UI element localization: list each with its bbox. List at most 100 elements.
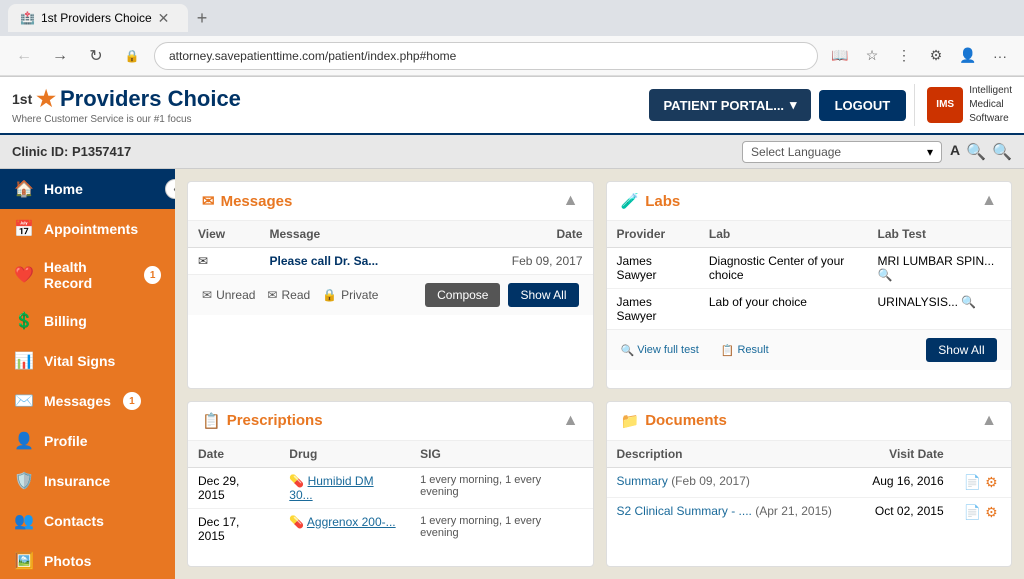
documents-table: Description Visit Date Summary (Feb 09, …	[607, 441, 1012, 527]
tab-title: 1st Providers Choice	[41, 11, 152, 25]
browser-nav-bar: ← → ↻ 🔒 attorney.savepatienttime.com/pat…	[0, 36, 1024, 76]
language-selector[interactable]: Select Language ▾	[742, 141, 942, 163]
rx-drug-icon-2: 💊	[289, 515, 304, 529]
sidebar-item-health-record[interactable]: ❤️ Health Record 1	[0, 249, 175, 301]
ims-text: Intelligent Medical Software	[969, 84, 1012, 126]
messages-th-date: Date	[455, 221, 593, 248]
billing-icon: 💲	[14, 311, 34, 331]
messages-footer-left: ✉ Unread ✉ Read 🔒 Private	[202, 288, 378, 302]
star-btn[interactable]: ☆	[858, 42, 886, 70]
lab-row: James Sawyer Lab of your choice URINALYS…	[607, 289, 1012, 330]
sidebar-item-appointments[interactable]: 📅 Appointments	[0, 209, 175, 249]
doc-download-icon-2[interactable]: ⚙	[985, 504, 998, 521]
messages-badge: 1	[123, 392, 141, 410]
clinic-bar-right: Select Language ▾ A 🔍 🔍	[742, 141, 1012, 163]
doc-desc-link-2[interactable]: S2 Clinical Summary - ....	[617, 504, 752, 518]
logo-brand: 1st ★ Providers Choice	[12, 86, 241, 112]
health-record-badge: 1	[144, 266, 161, 284]
new-tab-btn[interactable]: +	[188, 4, 216, 32]
doc-download-icon-1[interactable]: ⚙	[985, 474, 998, 491]
private-filter[interactable]: 🔒 Private	[322, 288, 378, 302]
bookmarks-btn[interactable]: 📖	[826, 42, 854, 70]
view-full-test-label: View full test	[637, 344, 699, 356]
result-label: Result	[737, 344, 768, 356]
unread-label: Unread	[216, 288, 255, 302]
address-bar[interactable]: attorney.savepatienttime.com/patient/ind…	[154, 42, 818, 70]
messages-show-all-btn[interactable]: Show All	[508, 283, 578, 307]
doc-desc-link-1[interactable]: Summary	[617, 474, 668, 488]
profile-btn[interactable]: 👤	[954, 42, 982, 70]
documents-collapse-btn[interactable]: ▲	[981, 412, 997, 430]
labs-footer-right: Show AlI	[926, 338, 997, 362]
appointments-icon: 📅	[14, 219, 34, 239]
sidebar-item-label-insurance: Insurance	[44, 473, 110, 489]
prescriptions-table: Date Drug SIG Dec 29, 2015 💊 Humibid DM …	[188, 441, 593, 549]
messages-title-icon: ✉	[202, 192, 215, 210]
sidebar-item-messages[interactable]: ✉️ Messages 1	[0, 381, 175, 421]
doc-desc-1: Summary (Feb 09, 2017)	[607, 467, 857, 497]
search-icon[interactable]: 🔍	[966, 142, 986, 162]
forward-btn[interactable]: →	[46, 42, 74, 70]
sidebar-item-insurance[interactable]: 🛡️ Insurance	[0, 461, 175, 501]
clinic-id: Clinic ID: P1357417	[12, 144, 131, 159]
sidebar-item-contacts[interactable]: 👥 Contacts	[0, 501, 175, 541]
compose-btn[interactable]: Compose	[425, 283, 500, 307]
extensions-btn[interactable]: ⚙	[922, 42, 950, 70]
logout-btn[interactable]: LOGOUT	[819, 90, 907, 121]
active-tab[interactable]: 🏥 1st Providers Choice ✕	[8, 4, 188, 32]
sidebar-item-home[interactable]: 🏠 Home ‹	[0, 169, 175, 209]
sidebar-item-photos[interactable]: 🖼️ Photos	[0, 541, 175, 579]
message-text[interactable]: Please call Dr. Sa...	[260, 248, 455, 275]
back-btn[interactable]: ←	[10, 42, 38, 70]
messages-collapse-btn[interactable]: ▲	[563, 192, 579, 210]
more-btn[interactable]: ···	[986, 42, 1014, 70]
rx-date-2: Dec 17, 2015	[188, 508, 279, 549]
sidebar-item-billing[interactable]: 💲 Billing	[0, 301, 175, 341]
logo-prefix: 1st	[12, 91, 32, 107]
doc-visit-date-2: Oct 02, 2015	[857, 497, 954, 527]
doc-file-icon-1[interactable]: 📄	[964, 474, 981, 491]
rx-drug-link-2[interactable]: Aggrenox 200-...	[307, 515, 396, 529]
message-link[interactable]: Please call Dr. Sa...	[270, 254, 379, 268]
private-label: Private	[341, 288, 378, 302]
lab-lab-2: Lab of your choice	[699, 289, 868, 330]
sidebar-item-label-billing: Billing	[44, 313, 87, 329]
sidebar-item-profile[interactable]: 👤 Profile	[0, 421, 175, 461]
labs-show-all-btn[interactable]: Show AlI	[926, 338, 997, 362]
labs-th-lab: Lab	[699, 221, 868, 248]
prescriptions-collapse-btn[interactable]: ▲	[563, 412, 579, 430]
tab-bar: 🏥 1st Providers Choice ✕ +	[0, 0, 1024, 36]
messages-card-body: View Message Date ✉ Please call Dr. Sa..…	[188, 221, 593, 274]
search2-icon[interactable]: 🔍	[992, 142, 1012, 162]
rx-drug-icon-1: 💊	[289, 474, 304, 488]
doc-icons-1: 📄 ⚙	[964, 474, 1001, 491]
result-icon: 📋	[721, 344, 735, 357]
lab-provider-1: James Sawyer	[607, 248, 699, 289]
sidebar-collapse-btn[interactable]: ‹	[165, 179, 175, 199]
lab-test-2: URINALYSIS... 🔍	[868, 289, 1012, 330]
lab-search-icon-2[interactable]: 🔍	[961, 295, 976, 309]
lab-lab-1: Diagnostic Center of your choice	[699, 248, 868, 289]
labs-card: 🧪 Labs ▲ Provider Lab Lab Test	[606, 181, 1013, 389]
sidebar-item-label-vital-signs: Vital Signs	[44, 353, 115, 369]
browser-actions: 📖 ☆ ⋮ ⚙ 👤 ···	[826, 42, 1014, 70]
view-full-test-btn[interactable]: 🔍 View full test	[621, 344, 699, 357]
tab-favicon: 🏥	[20, 11, 35, 25]
doc-file-icon-2[interactable]: 📄	[964, 504, 981, 521]
prescriptions-card-title: 📋 Prescriptions	[202, 412, 323, 430]
prescriptions-title-text: Prescriptions	[227, 412, 323, 429]
unread-filter[interactable]: ✉ Unread	[202, 288, 255, 302]
ims-icon: IMS	[927, 87, 963, 123]
rx-drug-2: 💊 Aggrenox 200-...	[279, 508, 410, 549]
patient-portal-btn[interactable]: PATIENT PORTAL... ▾	[649, 89, 810, 121]
sidebar-item-vital-signs[interactable]: 📊 Vital Signs	[0, 341, 175, 381]
read-filter[interactable]: ✉ Read	[267, 288, 310, 302]
tab-close-btn[interactable]: ✕	[158, 10, 170, 27]
lab-search-icon-1[interactable]: 🔍	[878, 268, 893, 282]
text-size-icon[interactable]: A	[950, 142, 960, 162]
doc-desc-date-2: (Apr 21, 2015)	[755, 504, 832, 518]
reload-btn[interactable]: ↻	[82, 42, 110, 70]
result-btn[interactable]: 📋 Result	[721, 344, 769, 357]
labs-collapse-btn[interactable]: ▲	[981, 192, 997, 210]
menu-btn[interactable]: ⋮	[890, 42, 918, 70]
